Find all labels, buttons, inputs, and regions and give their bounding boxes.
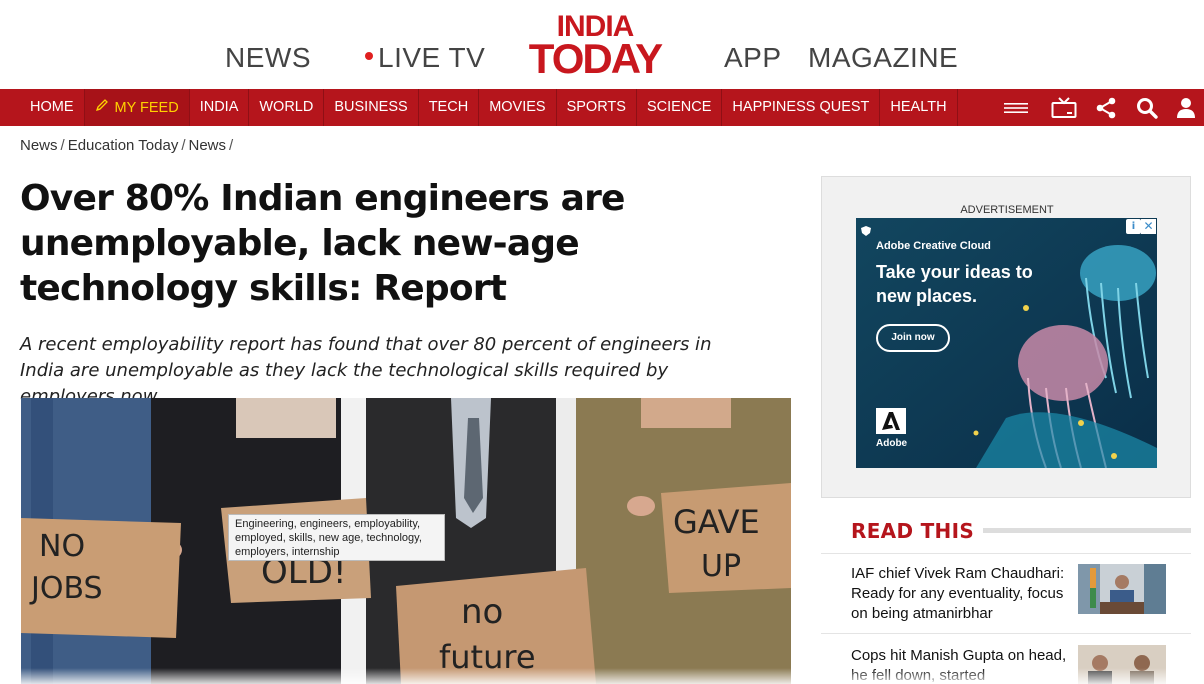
india-today-logo[interactable]: INDIA TODAY: [522, 12, 668, 80]
nav-news-link[interactable]: NEWS: [225, 42, 311, 74]
adobe-logo-icon: [876, 408, 906, 434]
breadcrumb-news[interactable]: News: [20, 137, 58, 154]
sign-text-gave: GAVE: [673, 503, 760, 541]
ad-brand: Adobe Creative Cloud: [876, 240, 991, 252]
read-this-story[interactable]: IAF chief Vivek Ram Chaudhari: Ready for…: [821, 553, 1191, 633]
nav-app-link[interactable]: APP: [724, 42, 782, 74]
nav-item-my-feed[interactable]: MY FEED: [84, 89, 190, 126]
ad-headline: Take your ideas to new places.: [876, 262, 1033, 306]
ad-info-icon[interactable]: i: [1126, 219, 1141, 234]
breadcrumb-separator: /: [229, 137, 234, 154]
user-icon[interactable]: [1171, 89, 1201, 126]
my-feed-label: MY FEED: [114, 100, 179, 116]
nav-item-science[interactable]: SCIENCE: [637, 89, 723, 126]
story-title[interactable]: Cops hit Manish Gupta on head, he fell d…: [851, 646, 1071, 684]
article-headline: Over 80% Indian engineers are unemployab…: [20, 178, 625, 309]
nav-magazine-link[interactable]: MAGAZINE: [808, 42, 958, 74]
breadcrumb: News / Education Today / News /: [20, 137, 236, 154]
ad-logo-name: Adobe: [876, 438, 908, 449]
breadcrumb-separator: /: [60, 137, 65, 154]
advertisement-label: ADVERTISEMENT: [960, 204, 1054, 216]
nav-item-happiness-quest[interactable]: HAPPINESS QUEST: [722, 89, 881, 126]
pencil-icon: [95, 89, 109, 126]
sign-text-future: future: [439, 638, 536, 676]
read-this-divider: [983, 528, 1191, 533]
sign-text-no-2: no: [461, 592, 503, 632]
image-tooltip: Engineering, engineers, employability, e…: [228, 514, 445, 561]
breadcrumb-news-section[interactable]: News: [189, 137, 227, 154]
sign-text-jobs: JOBS: [29, 571, 103, 606]
main-nav-bar: HOME MY FEED INDIA WORLD BUSINESS TECH M…: [0, 89, 1204, 126]
nav-items: HOME MY FEED INDIA WORLD BUSINESS TECH M…: [20, 89, 958, 126]
tv-icon[interactable]: [1049, 89, 1079, 126]
live-tv-label: LIVE TV: [378, 42, 486, 73]
nav-item-sports[interactable]: SPORTS: [557, 89, 637, 126]
ad-shield-icon: [860, 222, 872, 236]
nav-item-home[interactable]: HOME: [20, 89, 85, 126]
search-icon[interactable]: [1132, 89, 1162, 126]
live-dot-icon: [365, 51, 373, 60]
breadcrumb-separator: /: [181, 137, 186, 154]
adobe-ad-banner[interactable]: i ✕ Adobe Creative Cloud Take your ideas…: [856, 218, 1157, 468]
story-title[interactable]: IAF chief Vivek Ram Chaudhari: Ready for…: [851, 564, 1071, 624]
advertisement-box: ADVERTISEMENT i ✕ Adobe Creative Cloud T…: [821, 176, 1191, 498]
story-thumbnail[interactable]: [1078, 564, 1166, 614]
nav-item-movies[interactable]: MOVIES: [479, 89, 557, 126]
logo-line-today: TODAY: [528, 35, 663, 82]
nav-item-health[interactable]: HEALTH: [880, 89, 958, 126]
ad-join-now-button[interactable]: Join now: [876, 324, 950, 352]
sidebar: ADVERTISEMENT i ✕ Adobe Creative Cloud T…: [821, 176, 1191, 684]
read-this-story[interactable]: Cops hit Manish Gupta on head, he fell d…: [821, 633, 1191, 684]
hamburger-menu-icon[interactable]: [1001, 89, 1031, 126]
read-this-heading: READ THIS: [851, 519, 975, 543]
sign-text-no: NO: [39, 529, 85, 564]
nav-item-india[interactable]: INDIA: [190, 89, 250, 126]
nav-live-tv-link[interactable]: LIVE TV: [365, 42, 485, 74]
nav-item-business[interactable]: BUSINESS: [324, 89, 419, 126]
share-icon[interactable]: [1091, 89, 1121, 126]
nav-item-tech[interactable]: TECH: [419, 89, 480, 126]
breadcrumb-education-today[interactable]: Education Today: [68, 137, 179, 154]
site-header: NEWS LIVE TV INDIA TODAY APP MAGAZINE: [0, 0, 1204, 89]
ad-close-icon[interactable]: ✕: [1141, 219, 1156, 234]
nav-item-world[interactable]: WORLD: [249, 89, 325, 126]
sign-text-up: UP: [701, 549, 741, 584]
story-thumbnail[interactable]: [1078, 645, 1166, 684]
